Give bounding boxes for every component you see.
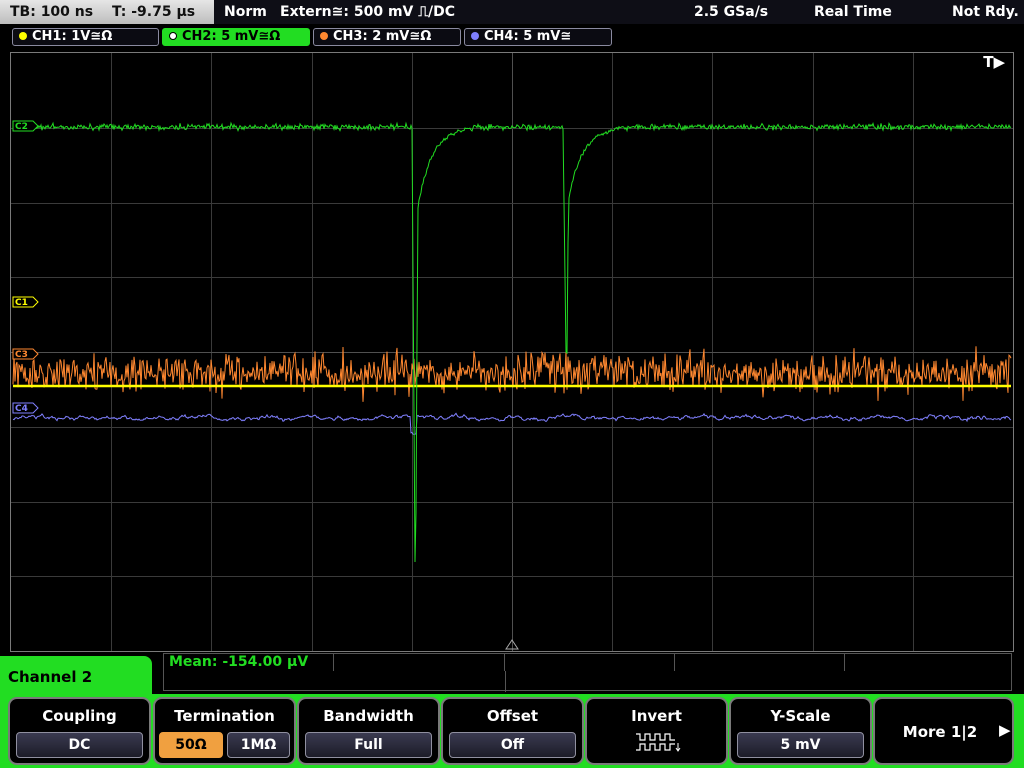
waveform-display[interactable]: C2 C1 C3 C4 T▶ — [10, 52, 1014, 652]
ch2-dot-icon — [169, 31, 177, 40]
termination-option-50ohm[interactable]: 50Ω — [159, 732, 223, 758]
termination-option-1mohm[interactable]: 1MΩ — [227, 732, 290, 758]
ch4-dot-icon — [471, 31, 479, 40]
invert-softkey[interactable]: Invert — [585, 697, 728, 765]
tab-ch1-label: CH1: 1V≅Ω — [32, 29, 113, 44]
tab-ch4[interactable]: CH4: 5 mV≅ — [464, 28, 612, 46]
trigger-source[interactable]: Extern≅: 500 mV ⎍/DC — [280, 0, 455, 24]
tab-ch1[interactable]: CH1: 1V≅Ω — [12, 28, 159, 46]
trigger-mode[interactable]: Norm — [224, 0, 267, 24]
yscale-softkey[interactable]: Y-Scale 5 mV — [729, 697, 872, 765]
coupling-value[interactable]: DC — [16, 732, 143, 758]
coupling-softkey[interactable]: Coupling DC — [8, 697, 151, 765]
bandwidth-value[interactable]: Full — [305, 732, 432, 758]
acquisition-mode: Real Time — [814, 4, 892, 20]
ch4-level-marker[interactable]: C4 — [12, 402, 39, 414]
graticule — [11, 53, 1013, 651]
tab-ch2[interactable]: CH2: 5 mV≅Ω — [162, 28, 310, 46]
tab-ch3-label: CH3: 2 mV≅Ω — [333, 29, 432, 44]
ch2-level-marker[interactable]: C2 — [12, 120, 39, 132]
ch1-marker-label: C1 — [15, 298, 28, 308]
acquisition-status: Not Rdy. — [952, 4, 1019, 20]
next-page-icon: ▶ — [999, 721, 1011, 739]
trigger-position-label: T▶ — [983, 53, 1005, 71]
measurement-panel: Mean: -154.00 µV — [163, 653, 1012, 692]
termination-title: Termination — [174, 707, 275, 725]
tab-ch4-label: CH4: 5 mV≅ — [484, 29, 572, 44]
tab-ch3[interactable]: CH3: 2 mV≅Ω — [313, 28, 461, 46]
ch3-level-marker[interactable]: C3 — [12, 348, 39, 360]
bandwidth-softkey[interactable]: Bandwidth Full — [297, 697, 440, 765]
yscale-value[interactable]: 5 mV — [737, 732, 864, 758]
ch2-marker-label: C2 — [15, 122, 28, 132]
timebase-box[interactable]: TB: 100 ns T: -9.75 µs — [0, 0, 214, 24]
ch1-dot-icon — [19, 31, 27, 40]
sample-rate: 2.5 GSa/s — [694, 4, 769, 20]
ch3-dot-icon — [320, 31, 328, 40]
offset-title: Offset — [486, 707, 539, 725]
trigger-time-value: T: -9.75 µs — [111, 4, 196, 20]
waveform-canvas: C2 C1 C3 C4 — [11, 53, 1013, 651]
termination-softkey[interactable]: Termination 50Ω 1MΩ — [153, 697, 296, 765]
offset-value[interactable]: Off — [449, 732, 576, 758]
timebase-value: TB: 100 ns — [10, 4, 94, 20]
bandwidth-title: Bandwidth — [323, 707, 414, 725]
coupling-title: Coupling — [42, 707, 117, 725]
tab-ch2-label: CH2: 5 mV≅Ω — [182, 29, 281, 44]
menu-title: Channel 2 — [0, 656, 152, 696]
ch3-marker-label: C3 — [15, 350, 28, 360]
yscale-title: Y-Scale — [770, 707, 831, 725]
more-label: More 1|2 — [902, 723, 978, 741]
invert-title: Invert — [631, 707, 682, 725]
ch1-level-marker[interactable]: C1 — [12, 296, 39, 308]
more-softkey[interactable]: More 1|2 ▶ — [873, 697, 1014, 765]
square-wave-invert-icon — [636, 733, 681, 752]
measurement-mean: Mean: -154.00 µV — [169, 654, 309, 670]
offset-softkey[interactable]: Offset Off — [441, 697, 584, 765]
ch4-marker-label: C4 — [15, 404, 28, 414]
